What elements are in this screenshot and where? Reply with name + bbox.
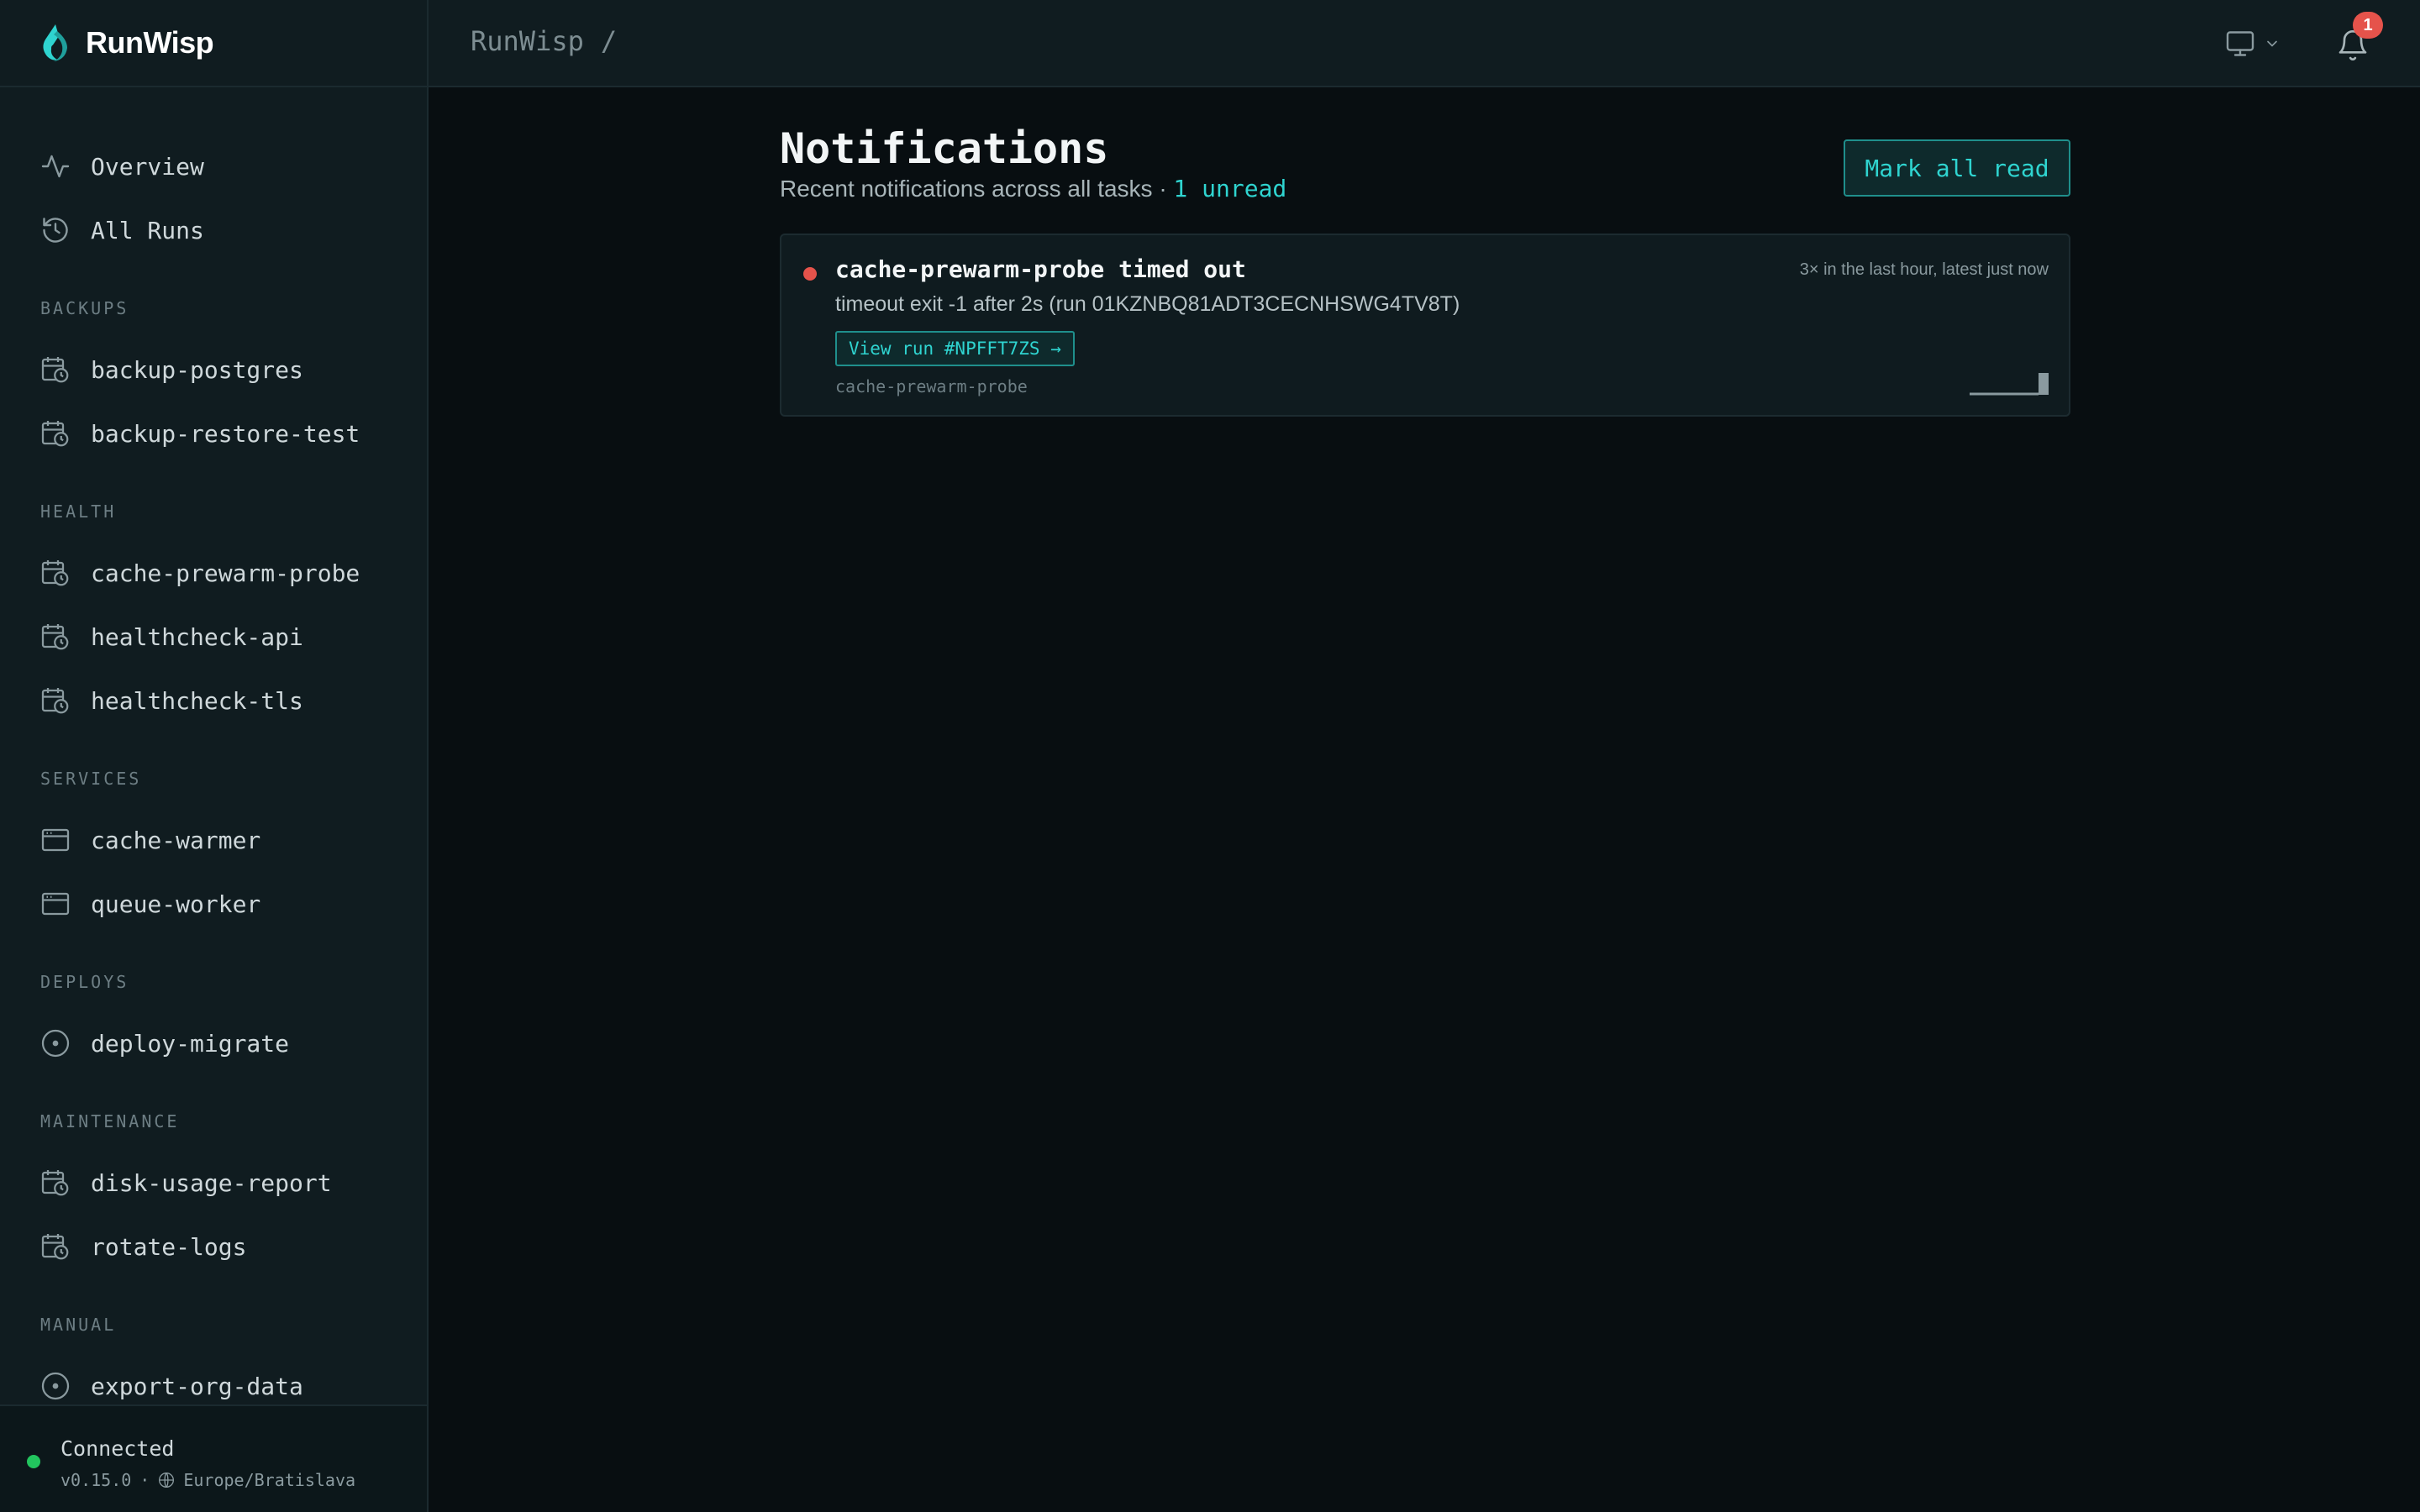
breadcrumb: RunWisp / <box>471 25 617 57</box>
activity-icon <box>41 155 70 178</box>
sidebar-item-label: backup-restore-test <box>91 419 360 448</box>
sidebar-item-label: export-org-data <box>91 1372 303 1400</box>
runwisp-logo-icon <box>43 24 67 61</box>
breadcrumb-root[interactable]: RunWisp <box>471 25 584 57</box>
breadcrumb-separator: / <box>600 25 618 57</box>
topbar: RunWisp / 1 <box>429 0 2420 87</box>
app-window-icon <box>41 892 70 916</box>
page-title: Notifications <box>780 124 1109 173</box>
sidebar-item-label: queue-worker <box>91 890 261 918</box>
sidebar-item-healthcheck-api[interactable]: healthcheck-api <box>0 605 427 669</box>
brand-name: RunWisp <box>86 25 214 60</box>
calendar-clock-icon <box>41 421 69 447</box>
sidebar-item-cache-warmer[interactable]: cache-warmer <box>0 808 427 872</box>
unread-count: 1 unread <box>1173 175 1287 202</box>
sidebar-item-all-runs[interactable]: All Runs <box>0 198 427 262</box>
nav-group-label: BACKUPS <box>40 298 129 318</box>
sidebar-item-label: deploy-migrate <box>91 1029 290 1058</box>
page-subtitle: Recent notifications across all tasks · … <box>780 175 1286 202</box>
chevron-down-icon <box>2267 40 2277 47</box>
sidebar-item-backup-restore-test[interactable]: backup-restore-test <box>0 402 427 465</box>
sidebar-item-label: cache-prewarm-probe <box>91 559 360 587</box>
sidebar-item-disk-usage-report[interactable]: disk-usage-report <box>0 1151 427 1215</box>
sidebar-item-cache-prewarm-probe[interactable]: cache-prewarm-probe <box>0 541 427 605</box>
nav-group-label: MANUAL <box>40 1315 117 1335</box>
notification-body: timeout exit -1 after 2s (run 01KZNBQ81A… <box>835 292 1460 316</box>
notification-time: 3× in the last hour, latest just now <box>1799 260 2049 279</box>
calendar-clock-icon <box>41 1170 69 1196</box>
sidebar-item-backup-postgres[interactable]: backup-postgres <box>0 338 427 402</box>
notification-task: cache-prewarm-probe <box>835 376 1028 396</box>
app-window-icon <box>41 828 70 852</box>
circle-dot-icon <box>41 1029 70 1058</box>
calendar-clock-icon <box>41 688 69 714</box>
history-icon <box>43 218 68 243</box>
sidebar-item-label: healthcheck-api <box>91 622 303 651</box>
sidebar-item-label: All Runs <box>91 216 204 244</box>
globe-icon <box>159 1473 175 1488</box>
run-history-sparkline <box>1970 373 2049 396</box>
sidebar-item-overview[interactable]: Overview <box>0 134 427 198</box>
monitor-icon <box>2226 31 2254 56</box>
nav-group-label: SERVICES <box>40 769 142 789</box>
notification-title: cache-prewarm-probe timed out <box>835 255 1246 283</box>
calendar-clock-icon <box>41 560 69 586</box>
nav-group-label: MAINTENANCE <box>40 1111 180 1131</box>
sidebar-item-deploy-migrate[interactable]: deploy-migrate <box>0 1011 427 1075</box>
sidebar-item-label: healthcheck-tls <box>91 686 303 715</box>
sidebar-item-rotate-logs[interactable]: rotate-logs <box>0 1215 427 1278</box>
sidebar-item-label: rotate-logs <box>91 1232 247 1261</box>
display-mode-button[interactable] <box>2225 27 2286 60</box>
calendar-clock-icon <box>41 357 69 383</box>
meta-separator: · <box>139 1470 150 1490</box>
subtitle-text: Recent notifications across all tasks <box>780 176 1153 202</box>
mark-all-read-button[interactable]: Mark all read <box>1844 139 2070 197</box>
sidebar: RunWisp Overview All Runs BACKUPS backup… <box>0 0 429 1512</box>
view-run-link[interactable]: View run #NPFFT7ZS → <box>835 331 1075 366</box>
sidebar-item-healthcheck-tls[interactable]: healthcheck-tls <box>0 669 427 732</box>
unread-indicator <box>803 267 817 281</box>
calendar-clock-icon <box>41 1234 69 1260</box>
sidebar-item-label: cache-warmer <box>91 826 261 854</box>
version-label: v0.15.0 <box>60 1470 132 1490</box>
calendar-clock-icon <box>41 624 69 650</box>
circle-dot-icon <box>41 1372 70 1400</box>
nav-group-label: DEPLOYS <box>40 972 129 992</box>
brand[interactable]: RunWisp <box>0 0 427 87</box>
nav-group-label: HEALTH <box>40 501 117 522</box>
timezone-label: Europe/Bratislava <box>183 1470 356 1490</box>
sidebar-item-label: disk-usage-report <box>91 1168 332 1197</box>
status-dot <box>27 1455 40 1468</box>
sidebar-item-label: Overview <box>91 152 204 181</box>
connection-status: Connected v0.15.0 · Europe/Bratislava <box>0 1404 427 1512</box>
version-info: v0.15.0 · Europe/Bratislava <box>60 1470 355 1490</box>
subtitle-separator: · <box>1159 176 1167 202</box>
sidebar-item-label: backup-postgres <box>91 355 303 384</box>
sidebar-item-queue-worker[interactable]: queue-worker <box>0 872 427 936</box>
notification-count-badge: 1 <box>2353 12 2383 39</box>
connection-label: Connected <box>60 1436 175 1461</box>
sidebar-nav: Overview All Runs BACKUPS backup-postgre… <box>0 87 427 1482</box>
notification-item[interactable]: cache-prewarm-probe timed out 3× in the … <box>780 234 2070 417</box>
